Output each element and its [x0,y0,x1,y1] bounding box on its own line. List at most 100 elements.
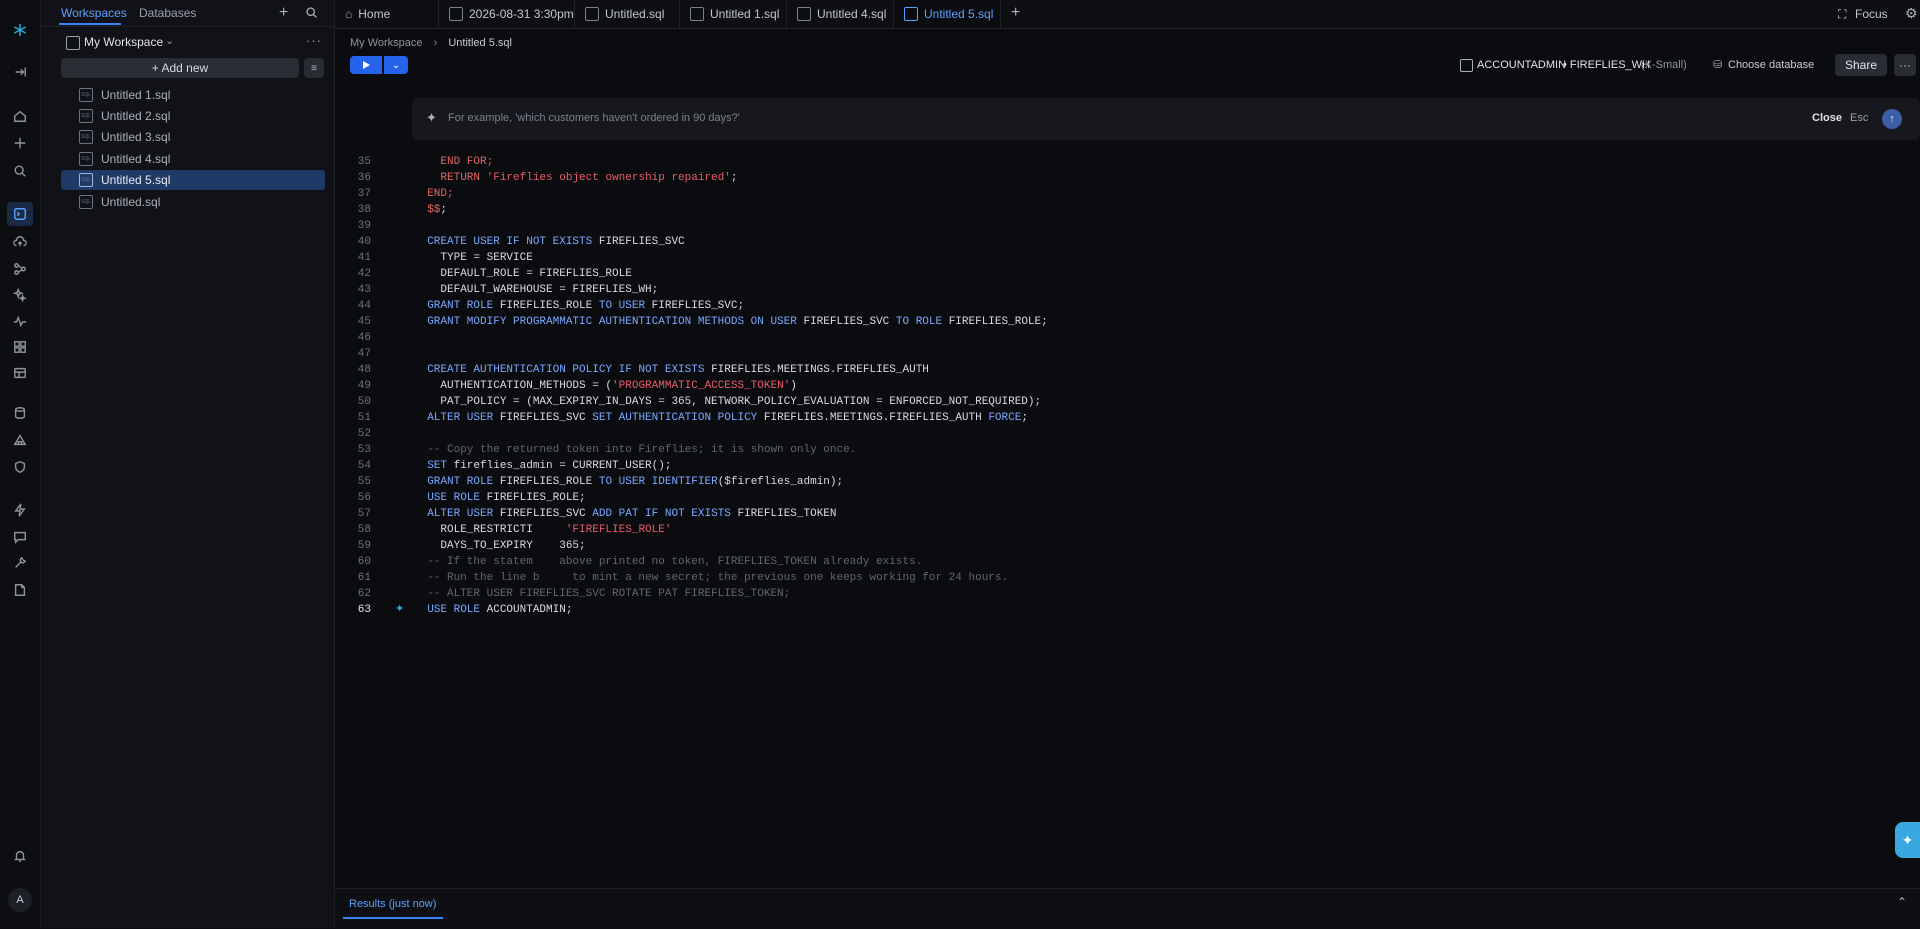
data-products-icon[interactable] [12,261,28,277]
chat-icon[interactable] [12,529,28,545]
code-token: TO USER [598,300,652,312]
code-token: FIREFLIES.MEETINGS.FIREFLIES_AUTH [711,364,929,376]
code-line[interactable]: PAT_POLICY = (MAX_EXPIRY_IN_DAYS = 365, … [414,394,1041,410]
code-token: ACCOUNTADMIN; [486,604,573,616]
apps-icon[interactable] [12,365,28,381]
code-token: TO ROLE [895,316,949,328]
submit-arrow-icon[interactable]: ↑ [1882,109,1902,129]
code-token: FORCE [988,412,1022,424]
bell-icon[interactable] [12,848,28,864]
code-line[interactable]: ALTER USER FIREFLIES_SVC ADD PAT IF NOT … [414,506,836,522]
code-line[interactable]: GRANT MODIFY PROGRAMMATIC AUTHENTICATION… [414,314,1048,330]
code-line[interactable]: DAYS_TO_EXPIRY 365; [414,538,585,554]
breadcrumb-workspace[interactable]: My Workspace [350,37,423,49]
code-line[interactable]: DEFAULT_WAREHOUSE = FIREFLIES_WH; [414,282,658,298]
plus-icon[interactable] [12,135,28,151]
add-new-button[interactable]: + Add new [61,58,299,78]
close-ai-button[interactable]: Close [1812,112,1842,124]
code-line[interactable]: -- ALTER USER FIREFLIES_SVC ROTATE PAT F… [414,586,790,602]
play-icon [363,61,370,69]
code-line[interactable]: END; [414,186,453,202]
code-line[interactable]: $$; [414,202,447,218]
marketplace-icon[interactable] [12,339,28,355]
sql-file-icon: SQL [79,152,93,166]
file-item[interactable]: SQL Untitled 4.sql [61,149,325,169]
code-line[interactable]: GRANT ROLE FIREFLIES_ROLE TO USER IDENTI… [414,474,843,490]
tab-untitled-5[interactable]: Untitled 5.sql [894,0,1001,28]
file-item[interactable]: SQL Untitled.sql [61,192,325,212]
code-line[interactable]: SET fireflies_admin = CURRENT_USER(); [414,458,671,474]
shield-icon[interactable] [12,459,28,475]
line-number: 60 [357,556,371,568]
add-icon[interactable]: + [279,4,288,22]
code-line[interactable]: -- If the statem above printed no token,… [414,554,922,570]
more-options-icon[interactable]: ··· [306,33,322,48]
new-tab-icon[interactable]: + [1011,4,1020,22]
warehouse-selector[interactable]: • FIREFLIES_WH [1563,59,1650,71]
share-button[interactable]: Share [1835,54,1887,76]
code-line[interactable]: ALTER USER FIREFLIES_SVC SET AUTHENTICAT… [414,410,1028,426]
tools-icon[interactable] [12,555,28,571]
projects-icon[interactable] [7,202,33,226]
search-icon[interactable] [305,6,318,22]
sort-icon[interactable]: ≡ [304,58,324,78]
line-number: 51 [357,412,371,424]
code-token: -- Run the line b to mint a new secret; … [414,572,1009,584]
ai-ml-icon[interactable] [12,287,28,303]
focus-mode-icon[interactable]: ⛶ [1838,7,1846,22]
snowflake-logo-icon[interactable] [12,22,28,38]
file-item[interactable]: SQL Untitled 3.sql [61,127,325,147]
tab-databases[interactable]: Databases [139,6,196,20]
tab-workspaces[interactable]: Workspaces [61,6,127,20]
warehouse-icon[interactable] [12,432,28,448]
ai-prompt-input[interactable]: For example, 'which customers haven't or… [448,112,740,124]
run-button[interactable] [350,56,382,74]
code-line[interactable]: CREATE USER IF NOT EXISTS FIREFLIES_SVC [414,234,685,250]
tab-untitled-4[interactable]: Untitled 4.sql [787,0,894,28]
expand-sidebar-icon[interactable] [12,64,28,80]
file-item[interactable]: SQL Untitled 1.sql [61,85,325,105]
database-icon[interactable] [12,405,28,421]
line-number: 37 [357,188,371,200]
ai-assistant-button[interactable]: ✦ [1895,822,1920,858]
code-line[interactable]: ROLE_RESTRICTI 'FIREFLIES_ROLE' [414,522,671,538]
code-line[interactable]: CREATE AUTHENTICATION POLICY IF NOT EXIS… [414,362,929,378]
code-line[interactable]: -- Copy the returned token into Fireflie… [414,442,856,458]
code-line[interactable]: TYPE = SERVICE [414,250,533,266]
results-tab[interactable]: Results (just now) [349,898,436,910]
focus-mode-label[interactable]: Focus [1855,7,1888,21]
workspace-selector[interactable]: My Workspace [84,35,163,49]
more-actions-icon[interactable]: ··· [1894,54,1916,76]
tab-untitled[interactable]: Untitled.sql [575,0,680,28]
code-line[interactable]: USE ROLE ACCOUNTADMIN; [414,602,572,618]
collapse-results-icon[interactable]: ⌃ [1897,895,1907,909]
home-icon[interactable] [12,108,28,124]
role-selector[interactable]: ACCOUNTADMIN [1477,59,1566,71]
code-line[interactable]: -- Run the line b to mint a new secret; … [414,570,1008,586]
cloud-upload-icon[interactable] [12,234,28,250]
choose-database-selector[interactable]: Choose database [1728,59,1814,71]
file-item-active[interactable]: SQL Untitled 5.sql [61,170,325,190]
documents-icon[interactable] [12,582,28,598]
tab-worksheet-date[interactable]: 2026-08-31 3:30pm [439,0,575,28]
lightning-icon[interactable] [12,502,28,518]
code-line[interactable]: DEFAULT_ROLE = FIREFLIES_ROLE [414,266,631,282]
code-line[interactable]: END FOR; [414,154,493,170]
code-line[interactable]: AUTHENTICATION_METHODS = ('PROGRAMMATIC_… [414,378,797,394]
code-line[interactable]: GRANT ROLE FIREFLIES_ROLE TO USER FIREFL… [414,298,744,314]
code-line[interactable]: RETURN 'Fireflies object ownership repai… [414,170,737,186]
tab-untitled-1[interactable]: Untitled 1.sql [680,0,787,28]
settings-gear-icon[interactable]: ⚙ [1905,5,1918,22]
ai-sparkle-icon[interactable]: ✦ [395,602,404,618]
run-options-dropdown[interactable]: ⌄ [384,56,408,74]
monitoring-icon[interactable] [12,313,28,329]
file-item[interactable]: SQL Untitled 2.sql [61,106,325,126]
code-line[interactable]: USE ROLE FIREFLIES_ROLE; [414,490,585,506]
code-token: FIREFLIES_SVC [598,236,685,248]
home-icon: ⌂ [345,7,353,21]
chevron-down-icon[interactable]: ⌄ [165,34,174,47]
code-token: TYPE = SERVICE [414,252,533,264]
user-avatar[interactable]: A [8,888,32,912]
tab-home[interactable]: ⌂ Home [335,0,439,28]
search-icon[interactable] [12,163,28,179]
